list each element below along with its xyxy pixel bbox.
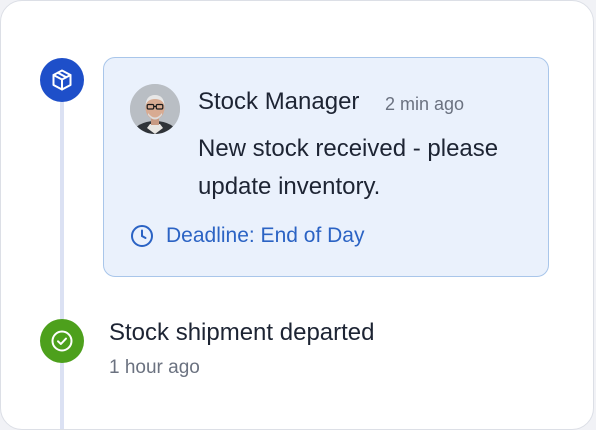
deadline-label: Deadline: End of Day [166, 224, 365, 247]
deadline: Deadline: End of Day [130, 224, 364, 248]
event-time: 1 hour ago [109, 357, 200, 378]
comment-time: 2 min ago [385, 94, 465, 114]
check-circle-icon [40, 319, 84, 363]
clock-icon [131, 225, 153, 247]
activity-timeline-card: Stock Manager 2 min ago New stock receiv… [0, 0, 594, 430]
event-title: Stock shipment departed [109, 319, 375, 346]
timeline-line [60, 79, 64, 429]
package-icon [40, 58, 84, 102]
comment-message: New stock received - please update inven… [198, 135, 499, 200]
avatar [130, 84, 180, 134]
comment-author: Stock Manager [198, 88, 360, 115]
comment-card: Stock Manager 2 min ago New stock receiv… [103, 57, 549, 277]
